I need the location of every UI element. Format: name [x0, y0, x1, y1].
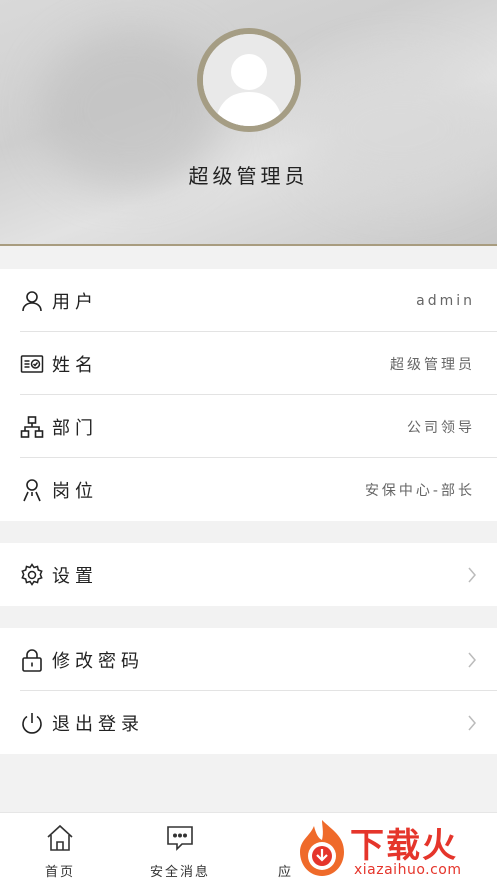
row-user-label: 用户	[52, 291, 98, 313]
chevron-right-icon	[468, 652, 476, 667]
row-department: 部门 公司领导	[0, 395, 497, 458]
profile-name: 超级管理员	[188, 164, 309, 188]
chevron-right-icon	[468, 567, 476, 582]
row-position: 岗位 安保中心-部长	[0, 458, 497, 521]
row-user-value: admin	[416, 292, 475, 309]
person-icon	[20, 478, 44, 502]
info-card: 用户 admin 姓名 超级管理员 部门 公司领导 岗位 安保中心-部长	[0, 269, 497, 521]
logout-label: 退出登录	[52, 713, 144, 735]
tab-home[interactable]: 首页	[0, 813, 120, 883]
home-icon	[45, 823, 75, 853]
row-name: 姓名 超级管理员	[0, 332, 497, 395]
tab-security-messages[interactable]: 安全消息	[120, 813, 240, 883]
tab-security-messages-label: 安全消息	[149, 865, 210, 880]
flame-logo-icon	[300, 820, 344, 876]
chat-bubble-icon	[165, 823, 195, 853]
settings-button[interactable]: 设置	[0, 543, 497, 606]
settings-label: 设置	[52, 565, 98, 587]
tab-home-label: 首页	[44, 865, 75, 880]
account-card: 修改密码 退出登录	[0, 628, 497, 754]
watermark-text: 下载火	[350, 826, 458, 866]
profile-header: 超级管理员	[0, 0, 497, 246]
row-name-value: 超级管理员	[390, 356, 475, 373]
tab-app-label: 应	[278, 865, 294, 880]
settings-card: 设置	[0, 543, 497, 606]
row-department-value: 公司领导	[407, 419, 475, 436]
row-department-label: 部门	[52, 417, 98, 439]
default-user-avatar-icon	[203, 34, 295, 126]
change-password-button[interactable]: 修改密码	[0, 628, 497, 691]
change-password-label: 修改密码	[52, 650, 144, 672]
user-icon	[20, 289, 44, 313]
row-position-value: 安保中心-部长	[364, 482, 475, 499]
watermark-logo: 下载火 xiazaihuo.com	[288, 814, 497, 883]
row-name-label: 姓名	[52, 354, 98, 376]
watermark-url: xiazaihuo.com	[354, 862, 462, 878]
org-chart-icon	[20, 415, 44, 439]
row-user: 用户 admin	[0, 269, 497, 332]
chevron-right-icon	[468, 715, 476, 730]
row-position-label: 岗位	[52, 480, 98, 502]
id-card-icon	[20, 352, 44, 376]
lock-icon	[20, 648, 44, 672]
avatar[interactable]	[197, 28, 301, 132]
power-icon	[20, 711, 44, 735]
logout-button[interactable]: 退出登录	[0, 691, 497, 754]
gear-icon	[20, 562, 44, 587]
